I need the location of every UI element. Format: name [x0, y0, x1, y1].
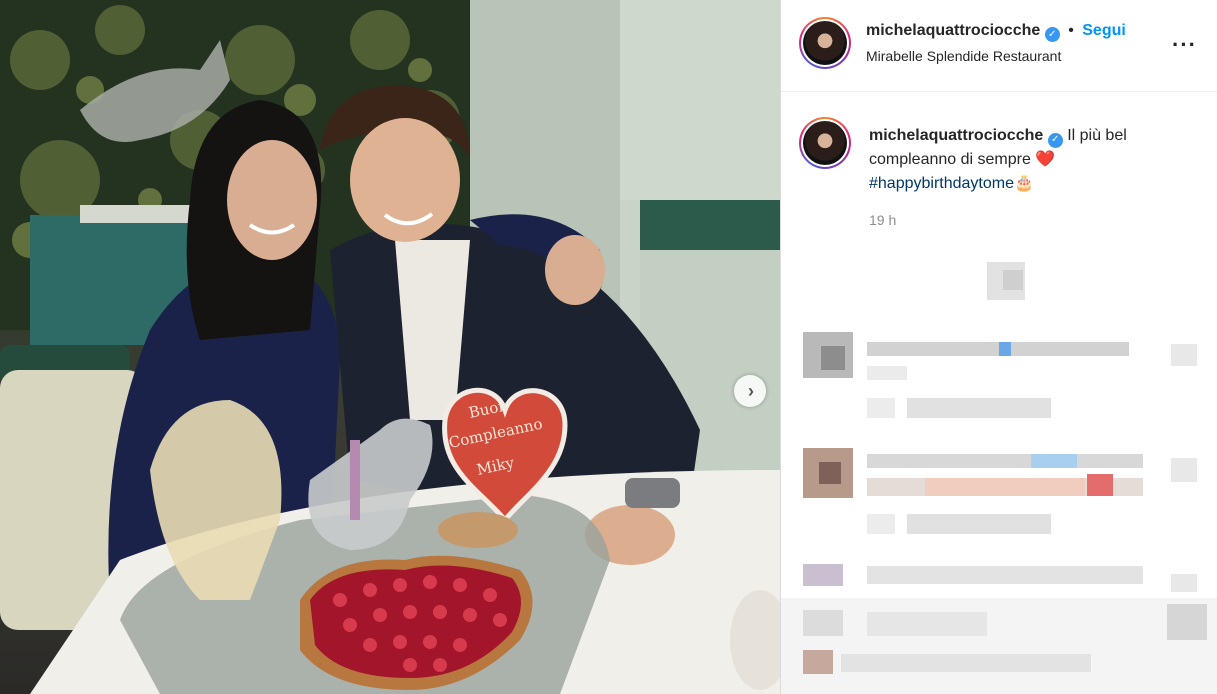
heart-emoji: ❤️: [1035, 151, 1056, 168]
photo-illustration: Buon Compleanno Miky: [0, 0, 780, 694]
header-title-line: michelaquattrociocche ✓ • Segui: [866, 22, 1126, 42]
hashtag-link[interactable]: #happybirthdaytome: [869, 175, 1014, 192]
post-caption: michelaquattrociocche ✓ Il più bel compl…: [869, 124, 1199, 196]
green-ledge: [640, 200, 780, 250]
post-side-panel: michelaquattrociocche ✓ • Segui Mirabell…: [780, 0, 1217, 694]
woman-face: [227, 140, 317, 260]
cake-emoji: 🎂: [1013, 175, 1034, 192]
follow-button[interactable]: Segui: [1082, 22, 1126, 39]
author-avatar[interactable]: [799, 17, 851, 69]
post-timestamp[interactable]: 19 h: [869, 212, 896, 228]
verified-badge-icon: ✓: [1044, 27, 1060, 42]
author-username[interactable]: michelaquattrociocche: [866, 22, 1040, 39]
separator-dot: •: [1068, 22, 1074, 39]
verified-badge-icon: ✓: [1047, 132, 1063, 148]
next-arrow-icon: ›: [748, 381, 754, 401]
caption-author-avatar[interactable]: [799, 117, 851, 169]
caption-username[interactable]: michelaquattrociocche: [869, 127, 1043, 144]
next-photo-button[interactable]: ›: [734, 375, 766, 407]
more-options-icon[interactable]: ···: [1172, 32, 1197, 58]
location-link[interactable]: Mirabelle Splendide Restaurant: [866, 48, 1061, 64]
post-header: michelaquattrociocche ✓ • Segui Mirabell…: [781, 0, 1217, 92]
post-photo[interactable]: Buon Compleanno Miky ›: [0, 0, 780, 694]
